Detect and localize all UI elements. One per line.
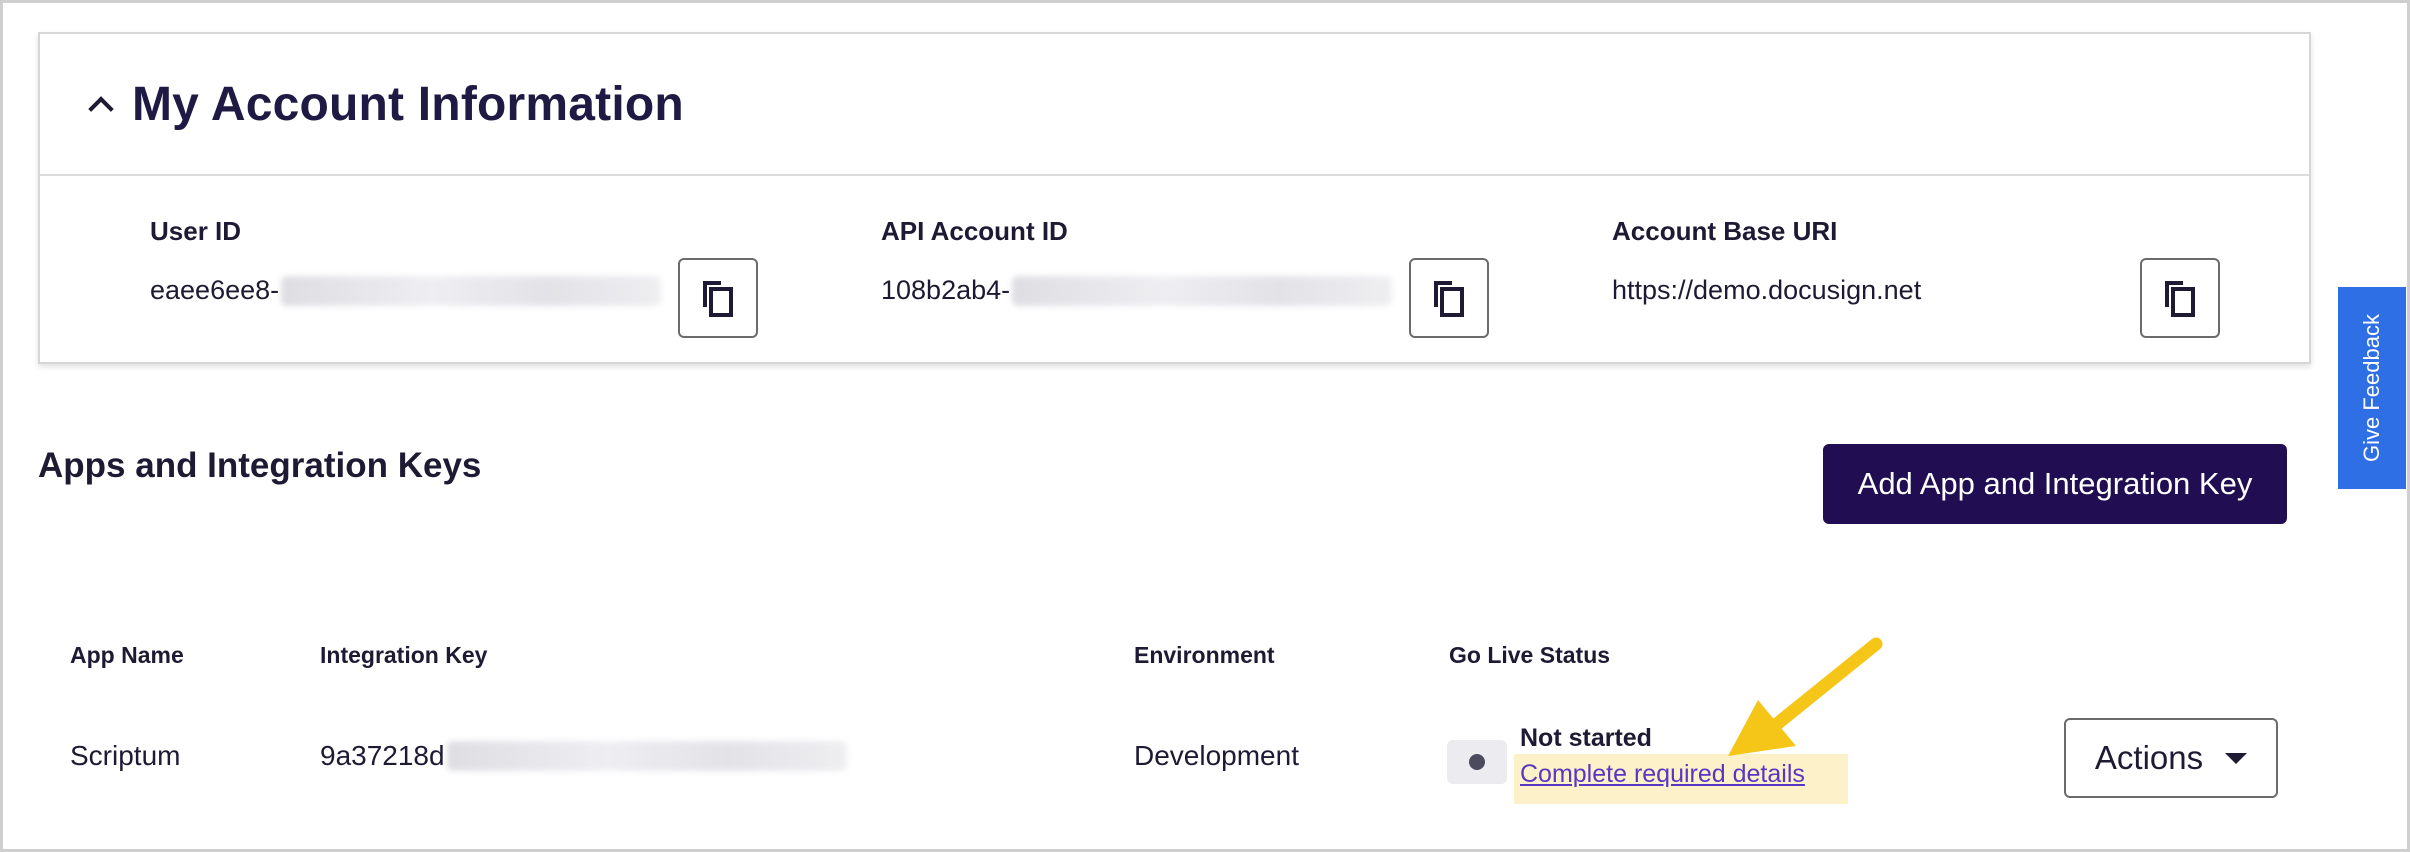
caret-down-icon bbox=[2225, 752, 2248, 764]
account-base-uri-text: https://demo.docusign.net bbox=[1612, 275, 1922, 305]
account-info-title: My Account Information bbox=[132, 77, 684, 131]
integration-key-text: 9a37218d bbox=[320, 740, 445, 771]
api-account-id-redacted bbox=[1012, 275, 1393, 306]
user-id-label: User ID bbox=[150, 216, 242, 246]
status-indicator bbox=[1447, 740, 1507, 784]
account-info-body: User ID eaee6ee8- API Account ID 108b2ab… bbox=[40, 176, 2309, 364]
go-live-status-text: Not started bbox=[1520, 724, 1652, 752]
account-base-uri-value: https://demo.docusign.net bbox=[1612, 275, 1921, 306]
give-feedback-label: Give Feedback bbox=[2359, 314, 2384, 462]
actions-label: Actions bbox=[2094, 739, 2204, 776]
api-account-id-label: API Account ID bbox=[881, 216, 1068, 246]
arrow-annotation bbox=[1728, 637, 1883, 756]
user-id-value: eaee6ee8- bbox=[150, 275, 662, 306]
user-id-text: eaee6ee8- bbox=[150, 275, 280, 305]
copy-account-base-uri-button[interactable] bbox=[2140, 258, 2220, 338]
account-info-card: My Account Information User ID eaee6ee8-… bbox=[38, 32, 2311, 364]
copy-icon bbox=[703, 281, 733, 317]
integration-key-cell: 9a37218d bbox=[320, 740, 847, 772]
environment-cell: Development bbox=[1134, 740, 1299, 771]
chevron-up-icon[interactable] bbox=[88, 96, 114, 122]
account-info-header[interactable]: My Account Information bbox=[40, 34, 2309, 176]
status-dot-icon bbox=[1469, 754, 1485, 770]
api-account-id-field: API Account ID 108b2ab4- bbox=[881, 216, 1393, 306]
copy-icon bbox=[1434, 281, 1464, 317]
column-header-go-live-status: Go Live Status bbox=[1449, 642, 1611, 668]
user-id-redacted bbox=[281, 275, 662, 306]
account-base-uri-field: Account Base URI https://demo.docusign.n… bbox=[1612, 216, 1921, 306]
actions-dropdown-button[interactable]: Actions bbox=[2064, 718, 2278, 798]
give-feedback-tab[interactable]: Give Feedback bbox=[2338, 287, 2406, 489]
column-header-app-name: App Name bbox=[70, 642, 184, 668]
api-account-id-value: 108b2ab4- bbox=[881, 275, 1393, 306]
copy-user-id-button[interactable] bbox=[678, 258, 758, 338]
app-name-cell: Scriptum bbox=[70, 740, 181, 771]
api-account-id-text: 108b2ab4- bbox=[881, 275, 1011, 305]
integration-key-redacted bbox=[446, 741, 847, 771]
column-header-environment: Environment bbox=[1134, 642, 1275, 668]
copy-api-account-id-button[interactable] bbox=[1409, 258, 1489, 338]
copy-icon bbox=[2165, 281, 2195, 317]
apps-section-title: Apps and Integration Keys bbox=[38, 446, 482, 485]
account-base-uri-label: Account Base URI bbox=[1612, 216, 1838, 246]
column-header-integration-key: Integration Key bbox=[320, 642, 488, 668]
add-app-button[interactable]: Add App and Integration Key bbox=[1823, 444, 2287, 524]
user-id-field: User ID eaee6ee8- bbox=[150, 216, 662, 306]
